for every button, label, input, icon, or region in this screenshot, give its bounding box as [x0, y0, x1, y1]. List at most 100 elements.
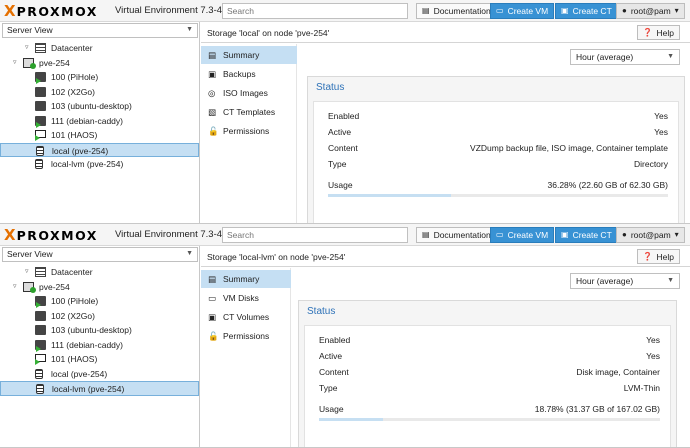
- tree-node[interactable]: local-lvm (pve-254): [0, 157, 199, 172]
- create-ct-button[interactable]: ▣ Create CT: [555, 3, 618, 19]
- nav-item-label: Summary: [223, 50, 260, 60]
- user-menu-button[interactable]: ● root@pam ▾: [616, 3, 685, 19]
- view-select[interactable]: Server View ▼: [2, 247, 198, 262]
- nav-item-permissions[interactable]: 🔓 Permissions: [201, 122, 297, 140]
- resource-tree: ▿ Datacenter ▿ pve-254 100 (PiHole) 102 …: [0, 41, 199, 172]
- tree-node[interactable]: ▿ Datacenter: [0, 265, 199, 280]
- tree-node[interactable]: local (pve-254): [0, 142, 199, 157]
- nav-item-iso-images[interactable]: ◎ ISO Images: [201, 84, 297, 102]
- summary-panel: Hour (average) ▼ Status Enabled Yes Acti…: [299, 44, 690, 223]
- tree-node-label: pve-254: [39, 281, 70, 292]
- cube-icon: ▣: [561, 230, 569, 239]
- status-row: Active Yes: [328, 125, 668, 139]
- tree-node-label: local-lvm (pve-254): [52, 384, 125, 394]
- tree-node[interactable]: 101 (HAOS): [0, 128, 199, 143]
- storage-icon: [36, 145, 44, 156]
- top-bar: X PROXMOX Virtual Environment 7.3-4 ▤ Do…: [0, 0, 690, 22]
- tree-node[interactable]: 111 (debian-caddy): [0, 338, 199, 353]
- nav-item-label: Permissions: [223, 126, 270, 136]
- create-vm-button[interactable]: ▭ Create VM: [490, 3, 555, 19]
- expand-chevron-icon[interactable]: ▿: [25, 41, 29, 56]
- usage-bar: [319, 418, 660, 421]
- resource-tree-panel: Server View ▼ ▿ Datacenter ▿ pve-254 100…: [0, 22, 200, 223]
- content-panel: Storage 'local-lvm' on node 'pve-254' ❓ …: [201, 246, 690, 447]
- tree-node-label: 111 (debian-caddy): [51, 115, 123, 126]
- user-icon: ●: [622, 6, 627, 15]
- book-icon: ▤: [422, 230, 430, 239]
- summary-panel: Hour (average) ▼ Status Enabled Yes Acti…: [293, 268, 690, 447]
- timeframe-select[interactable]: Hour (average) ▼: [570, 273, 680, 289]
- tree-node[interactable]: local-lvm (pve-254): [0, 381, 199, 396]
- nav-item-ct-templates[interactable]: ▧ CT Templates: [201, 103, 297, 121]
- tree-node-label: 102 (X2Go): [51, 86, 95, 97]
- tree-node-label: 103 (ubuntu-desktop): [51, 325, 132, 335]
- status-title: Status: [316, 82, 345, 93]
- nav-item-label: CT Templates: [223, 107, 276, 117]
- tree-node[interactable]: 102 (X2Go): [0, 309, 199, 324]
- container-running-icon: [35, 115, 46, 128]
- nav-item-vm-disks[interactable]: ▭ VM Disks: [201, 289, 291, 307]
- user-icon: ●: [622, 230, 627, 239]
- datacenter-icon: [35, 267, 46, 277]
- status-row-label: Enabled: [319, 335, 351, 345]
- nav-item-summary[interactable]: ▤ Summary: [201, 46, 297, 64]
- help-button[interactable]: ❓ Help: [636, 25, 680, 40]
- tree-node[interactable]: 103 (ubuntu-desktop): [0, 323, 199, 338]
- status-row-label: Type: [319, 383, 338, 393]
- nav-item-ct-volumes[interactable]: ▣ CT Volumes: [201, 308, 291, 326]
- nav-item-label: Summary: [223, 274, 260, 284]
- tree-node[interactable]: 100 (PiHole): [0, 70, 199, 85]
- expand-chevron-icon[interactable]: ▿: [25, 265, 29, 280]
- container-icon: [35, 101, 46, 111]
- proxmox-logo[interactable]: X PROXMOX: [4, 2, 98, 20]
- vm-running-icon: [35, 130, 46, 141]
- status-row: Type Directory: [328, 157, 668, 171]
- expand-chevron-icon[interactable]: ▿: [13, 280, 17, 295]
- tree-node[interactable]: ▿ pve-254: [0, 56, 199, 71]
- usage-bar: [328, 194, 668, 197]
- help-button[interactable]: ❓ Help: [636, 249, 680, 264]
- create-ct-button[interactable]: ▣ Create CT: [555, 227, 618, 243]
- storage-icon: [36, 384, 44, 394]
- tree-node[interactable]: 102 (X2Go): [0, 85, 199, 100]
- tree-node[interactable]: 100 (PiHole): [0, 294, 199, 309]
- status-row: Active Yes: [319, 349, 660, 363]
- create-vm-button[interactable]: ▭ Create VM: [490, 227, 555, 243]
- status-row-value: Yes: [654, 111, 668, 121]
- proxmox-logo[interactable]: X PROXMOX: [4, 226, 98, 244]
- tree-node[interactable]: 111 (debian-caddy): [0, 114, 199, 129]
- status-row-value: Disk image, Container: [576, 367, 660, 377]
- documentation-button[interactable]: ▤ Documentation: [416, 3, 497, 19]
- tree-node[interactable]: 101 (HAOS): [0, 352, 199, 367]
- nav-item-backups[interactable]: ▣ Backups: [201, 65, 297, 83]
- disc-icon: ◎: [208, 88, 216, 98]
- nav-item-label: VM Disks: [223, 293, 259, 303]
- tree-node[interactable]: ▿ pve-254: [0, 280, 199, 295]
- search-input[interactable]: [222, 227, 408, 243]
- nav-item-permissions[interactable]: 🔓 Permissions: [201, 327, 291, 345]
- summary-icon: ▤: [208, 274, 217, 284]
- chevron-down-icon: ▾: [674, 230, 679, 239]
- chevron-down-icon: ▾: [674, 6, 679, 15]
- tree-node[interactable]: 103 (ubuntu-desktop): [0, 99, 199, 114]
- content-panel: Storage 'local' on node 'pve-254' ❓ Help…: [201, 22, 690, 223]
- status-row: Enabled Yes: [328, 109, 668, 123]
- version-label: Virtual Environment 7.3-4: [115, 5, 223, 16]
- documentation-button[interactable]: ▤ Documentation: [416, 227, 497, 243]
- tree-node[interactable]: ▿ Datacenter: [0, 41, 199, 56]
- status-row-value: Yes: [654, 127, 668, 137]
- status-row-value: LVM-Thin: [623, 383, 660, 393]
- timeframe-select[interactable]: Hour (average) ▼: [570, 49, 680, 65]
- top-bar: X PROXMOX Virtual Environment 7.3-4 ▤ Do…: [0, 224, 690, 246]
- status-box: Status Enabled Yes Active Yes Content Di…: [298, 300, 677, 447]
- page-title: Storage 'local' on node 'pve-254': [207, 28, 330, 38]
- status-row-label: Type: [328, 159, 347, 169]
- container-running-icon: [35, 72, 46, 84]
- tree-node[interactable]: local (pve-254): [0, 367, 199, 382]
- expand-chevron-icon[interactable]: ▿: [13, 56, 17, 71]
- search-input[interactable]: [222, 3, 408, 19]
- nav-item-summary[interactable]: ▤ Summary: [201, 270, 291, 288]
- view-select[interactable]: Server View ▼: [2, 23, 198, 38]
- chevron-down-icon: ▼: [186, 26, 193, 33]
- user-menu-button[interactable]: ● root@pam ▾: [616, 227, 685, 243]
